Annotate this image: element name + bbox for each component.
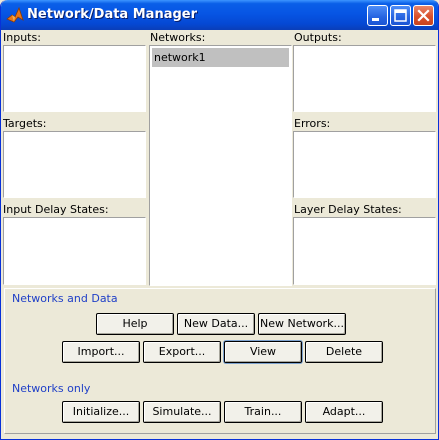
network-data-manager-window: Network/Data Manager Inputs: Targets: In… xyxy=(0,0,439,440)
close-button[interactable] xyxy=(413,5,434,26)
new-data-button[interactable]: New Data... xyxy=(177,313,255,335)
input-delay-states-label: Input Delay States: xyxy=(3,203,109,216)
initialize-button[interactable]: Initialize... xyxy=(62,401,140,423)
help-button[interactable]: Help xyxy=(96,313,174,335)
adapt-button[interactable]: Adapt... xyxy=(305,401,383,423)
inputs-list[interactable] xyxy=(3,45,146,112)
input-delay-states-list[interactable] xyxy=(3,217,146,285)
targets-label: Targets: xyxy=(3,117,47,130)
title-bar[interactable]: Network/Data Manager xyxy=(1,0,438,30)
layer-delay-states-label: Layer Delay States: xyxy=(294,203,402,216)
maximize-button[interactable] xyxy=(390,5,411,26)
window-title: Network/Data Manager xyxy=(27,7,198,22)
outputs-list[interactable] xyxy=(293,45,436,112)
minimize-icon xyxy=(372,18,379,21)
train-button[interactable]: Train... xyxy=(224,401,302,423)
simulate-button[interactable]: Simulate... xyxy=(143,401,221,423)
targets-list[interactable] xyxy=(3,131,146,198)
outputs-label: Outputs: xyxy=(294,31,342,44)
errors-list[interactable] xyxy=(293,131,436,198)
matlab-membrane-icon[interactable] xyxy=(6,6,24,24)
layer-delay-states-list[interactable] xyxy=(293,217,436,285)
maximize-icon xyxy=(394,9,407,22)
view-button[interactable]: View xyxy=(224,341,302,363)
networks-and-data-heading: Networks and Data xyxy=(12,292,118,305)
errors-label: Errors: xyxy=(294,117,331,130)
close-icon xyxy=(417,9,430,22)
import-button[interactable]: Import... xyxy=(62,341,140,363)
list-item[interactable]: network1 xyxy=(152,48,289,67)
new-network-button[interactable]: New Network... xyxy=(258,313,346,335)
networks-only-heading: Networks only xyxy=(12,382,91,395)
export-button[interactable]: Export... xyxy=(143,341,221,363)
delete-button[interactable]: Delete xyxy=(305,341,383,363)
minimize-button[interactable] xyxy=(367,5,388,26)
networks-list[interactable]: network1 xyxy=(149,45,292,286)
networks-label: Networks: xyxy=(150,31,206,44)
inputs-label: Inputs: xyxy=(3,31,41,44)
